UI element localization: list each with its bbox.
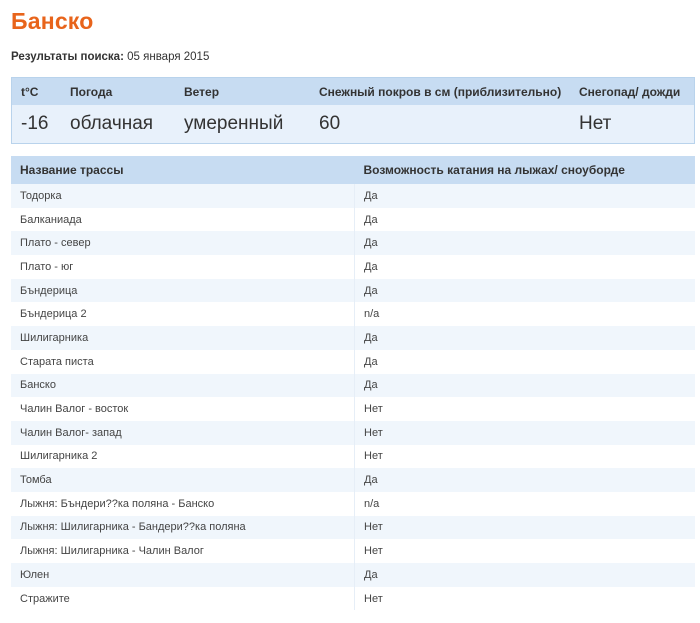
track-status: Нет [354,539,695,563]
track-status-header: Возможность катания на лыжах/ сноуборде [354,156,695,184]
track-name: Шилигарника 2 [11,444,355,469]
track-name: Старата писта [11,349,355,374]
track-name: Балканиада [11,207,355,232]
table-row: Бъндерица 2 n/a [11,302,695,327]
track-status: Нет [354,515,695,540]
table-row: Лыжня: Шилигарника - Бандери??ка поляна Н… [11,515,695,540]
table-row: Томба Да [11,468,695,492]
track-name: Юлен [11,563,355,587]
table-row: Лыжня: Шилигарника - Чалин Валог Нет [11,539,695,563]
track-name: Лыжня: Шилигарника - Бандери??ка поляна [11,515,355,540]
track-status: Да [354,326,695,350]
weather-value: облачная [70,113,154,134]
table-row: Плато - север Да [11,231,695,256]
track-status: Нет [354,420,695,445]
track-name: Тодорка [11,184,355,208]
track-status: Да [354,255,695,279]
track-status: n/a [354,491,695,516]
track-name: Лыжня: Бъндери??ка поляна - Банско [11,491,355,516]
table-row: Чалин Валог - восток Нет [11,397,695,421]
tracks-header-row: Название трассы Возможность катания на л… [11,156,695,184]
weather-header: Погода [70,84,113,99]
track-status: Да [354,468,695,492]
table-row: Балканиада Да [11,207,695,232]
table-row: Бъндерица Да [11,278,695,303]
table-row: Шилигарника Да [11,326,695,350]
tracks-body: Тодорка Да Балканиада Да Плато - север Да Плат… [11,184,695,611]
table-row: Шилигарника 2 Нет [11,444,695,469]
track-name: Чалин Валог - восток [11,397,355,421]
track-status: Да [354,349,695,374]
track-status: n/a [354,302,695,327]
table-row: Плато - юг Да [11,255,695,279]
track-status: Да [354,373,695,398]
snowfall-value: Нет [579,113,612,134]
track-status: Да [354,278,695,303]
temp-value: -16 [21,113,49,134]
track-name: Плато - север [11,231,355,256]
track-status: Нет [354,586,695,611]
table-row: Старата писта Да [11,349,695,374]
table-row: Тодорка Да [11,184,695,208]
table-row: Юлен Да [11,563,695,587]
search-results-label: Результаты поиска: [11,51,124,63]
table-row: Стражите Нет [11,586,695,611]
temp-header: t°C [21,84,39,99]
track-name: Чалин Валог- запад [11,420,355,445]
track-status: Да [354,563,695,587]
snowfall-header: Снегопад/ дожди [579,84,681,99]
wind-header: Ветер [184,84,220,99]
track-status: Да [354,184,695,208]
weather-header-row: t°C Погода Ветер Снежный покров в см (пр… [12,78,694,105]
table-row: Банско Да [11,373,695,398]
table-row: Чалин Валог- запад Нет [11,420,695,445]
tracks-table: Название трассы Возможность катания на л… [11,156,695,611]
track-name: Стражите [11,586,355,611]
track-status: Нет [354,397,695,421]
wind-value: умеренный [184,113,284,134]
track-name: Томба [11,468,355,492]
page-title: Банско [11,8,94,34]
search-results-date: 05 января 2015 [127,51,210,63]
search-results-line: Результаты поиска: 05 января 2015 [11,51,209,63]
table-row: Лыжня: Бъндери??ка поляна - Банско n/a [11,491,695,516]
weather-values-row: -16 облачная умеренный 60 Нет [12,105,694,143]
snow-depth-header: Снежный покров в см (приблизительно) [319,84,562,99]
track-name: Бъндерица 2 [11,302,355,327]
weather-table: t°C Погода Ветер Снежный покров в см (пр… [11,77,695,144]
track-name: Плато - юг [11,255,355,279]
track-name: Шилигарника [11,326,355,350]
track-status: Да [354,231,695,256]
track-name: Бъндерица [11,278,355,303]
track-name: Лыжня: Шилигарника - Чалин Валог [11,539,355,563]
track-name: Банско [11,373,355,398]
track-name-header: Название трассы [11,156,355,184]
track-status: Да [354,207,695,232]
snow-depth-value: 60 [319,113,341,134]
track-status: Нет [354,444,695,469]
